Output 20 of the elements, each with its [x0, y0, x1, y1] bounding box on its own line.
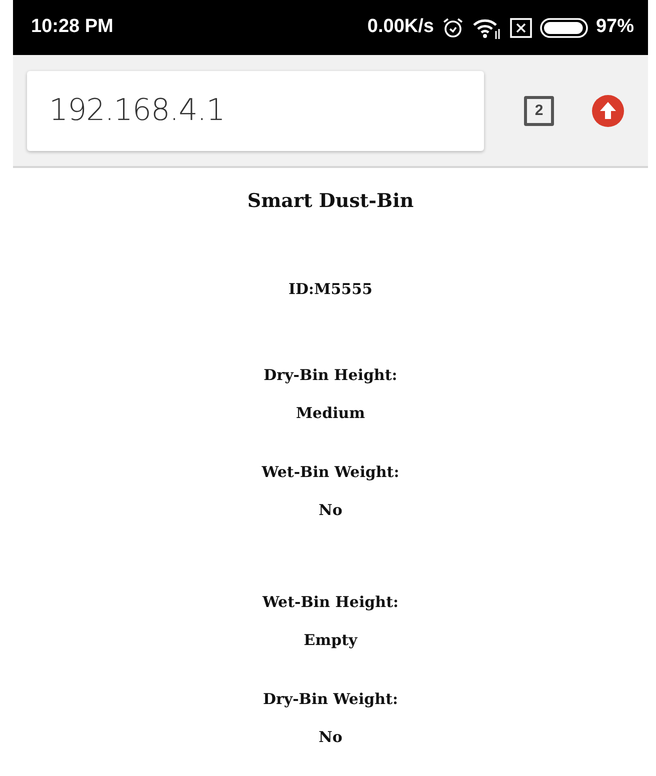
field-label: Dry-Bin Weight: [262, 689, 400, 710]
battery-icon [540, 16, 588, 38]
field-value: Empty [302, 630, 359, 650]
field-label: Wet-Bin Weight: [260, 462, 400, 483]
bin-id: ID:M5555 [288, 278, 374, 300]
tab-count-button[interactable]: 2 [524, 96, 554, 126]
address-bar[interactable]: 192.168.4.1 [27, 70, 484, 150]
upload-icon[interactable] [592, 94, 624, 126]
alarm-icon [442, 16, 464, 38]
wifi-icon [472, 16, 502, 38]
clock-time: 10:28 PM [31, 15, 114, 40]
field-value: Medium [294, 402, 366, 424]
sim-icon [510, 18, 532, 38]
page-title: Smart Dust-Bin [246, 189, 415, 214]
field-label: Dry-Bin Height: [262, 365, 398, 386]
network-speed: 0.00K/s [367, 15, 434, 40]
field-value: No [318, 726, 344, 748]
battery-percent: 97% [596, 15, 634, 40]
field-label: Wet-Bin Height: [261, 592, 400, 613]
field-value: No [318, 500, 344, 520]
